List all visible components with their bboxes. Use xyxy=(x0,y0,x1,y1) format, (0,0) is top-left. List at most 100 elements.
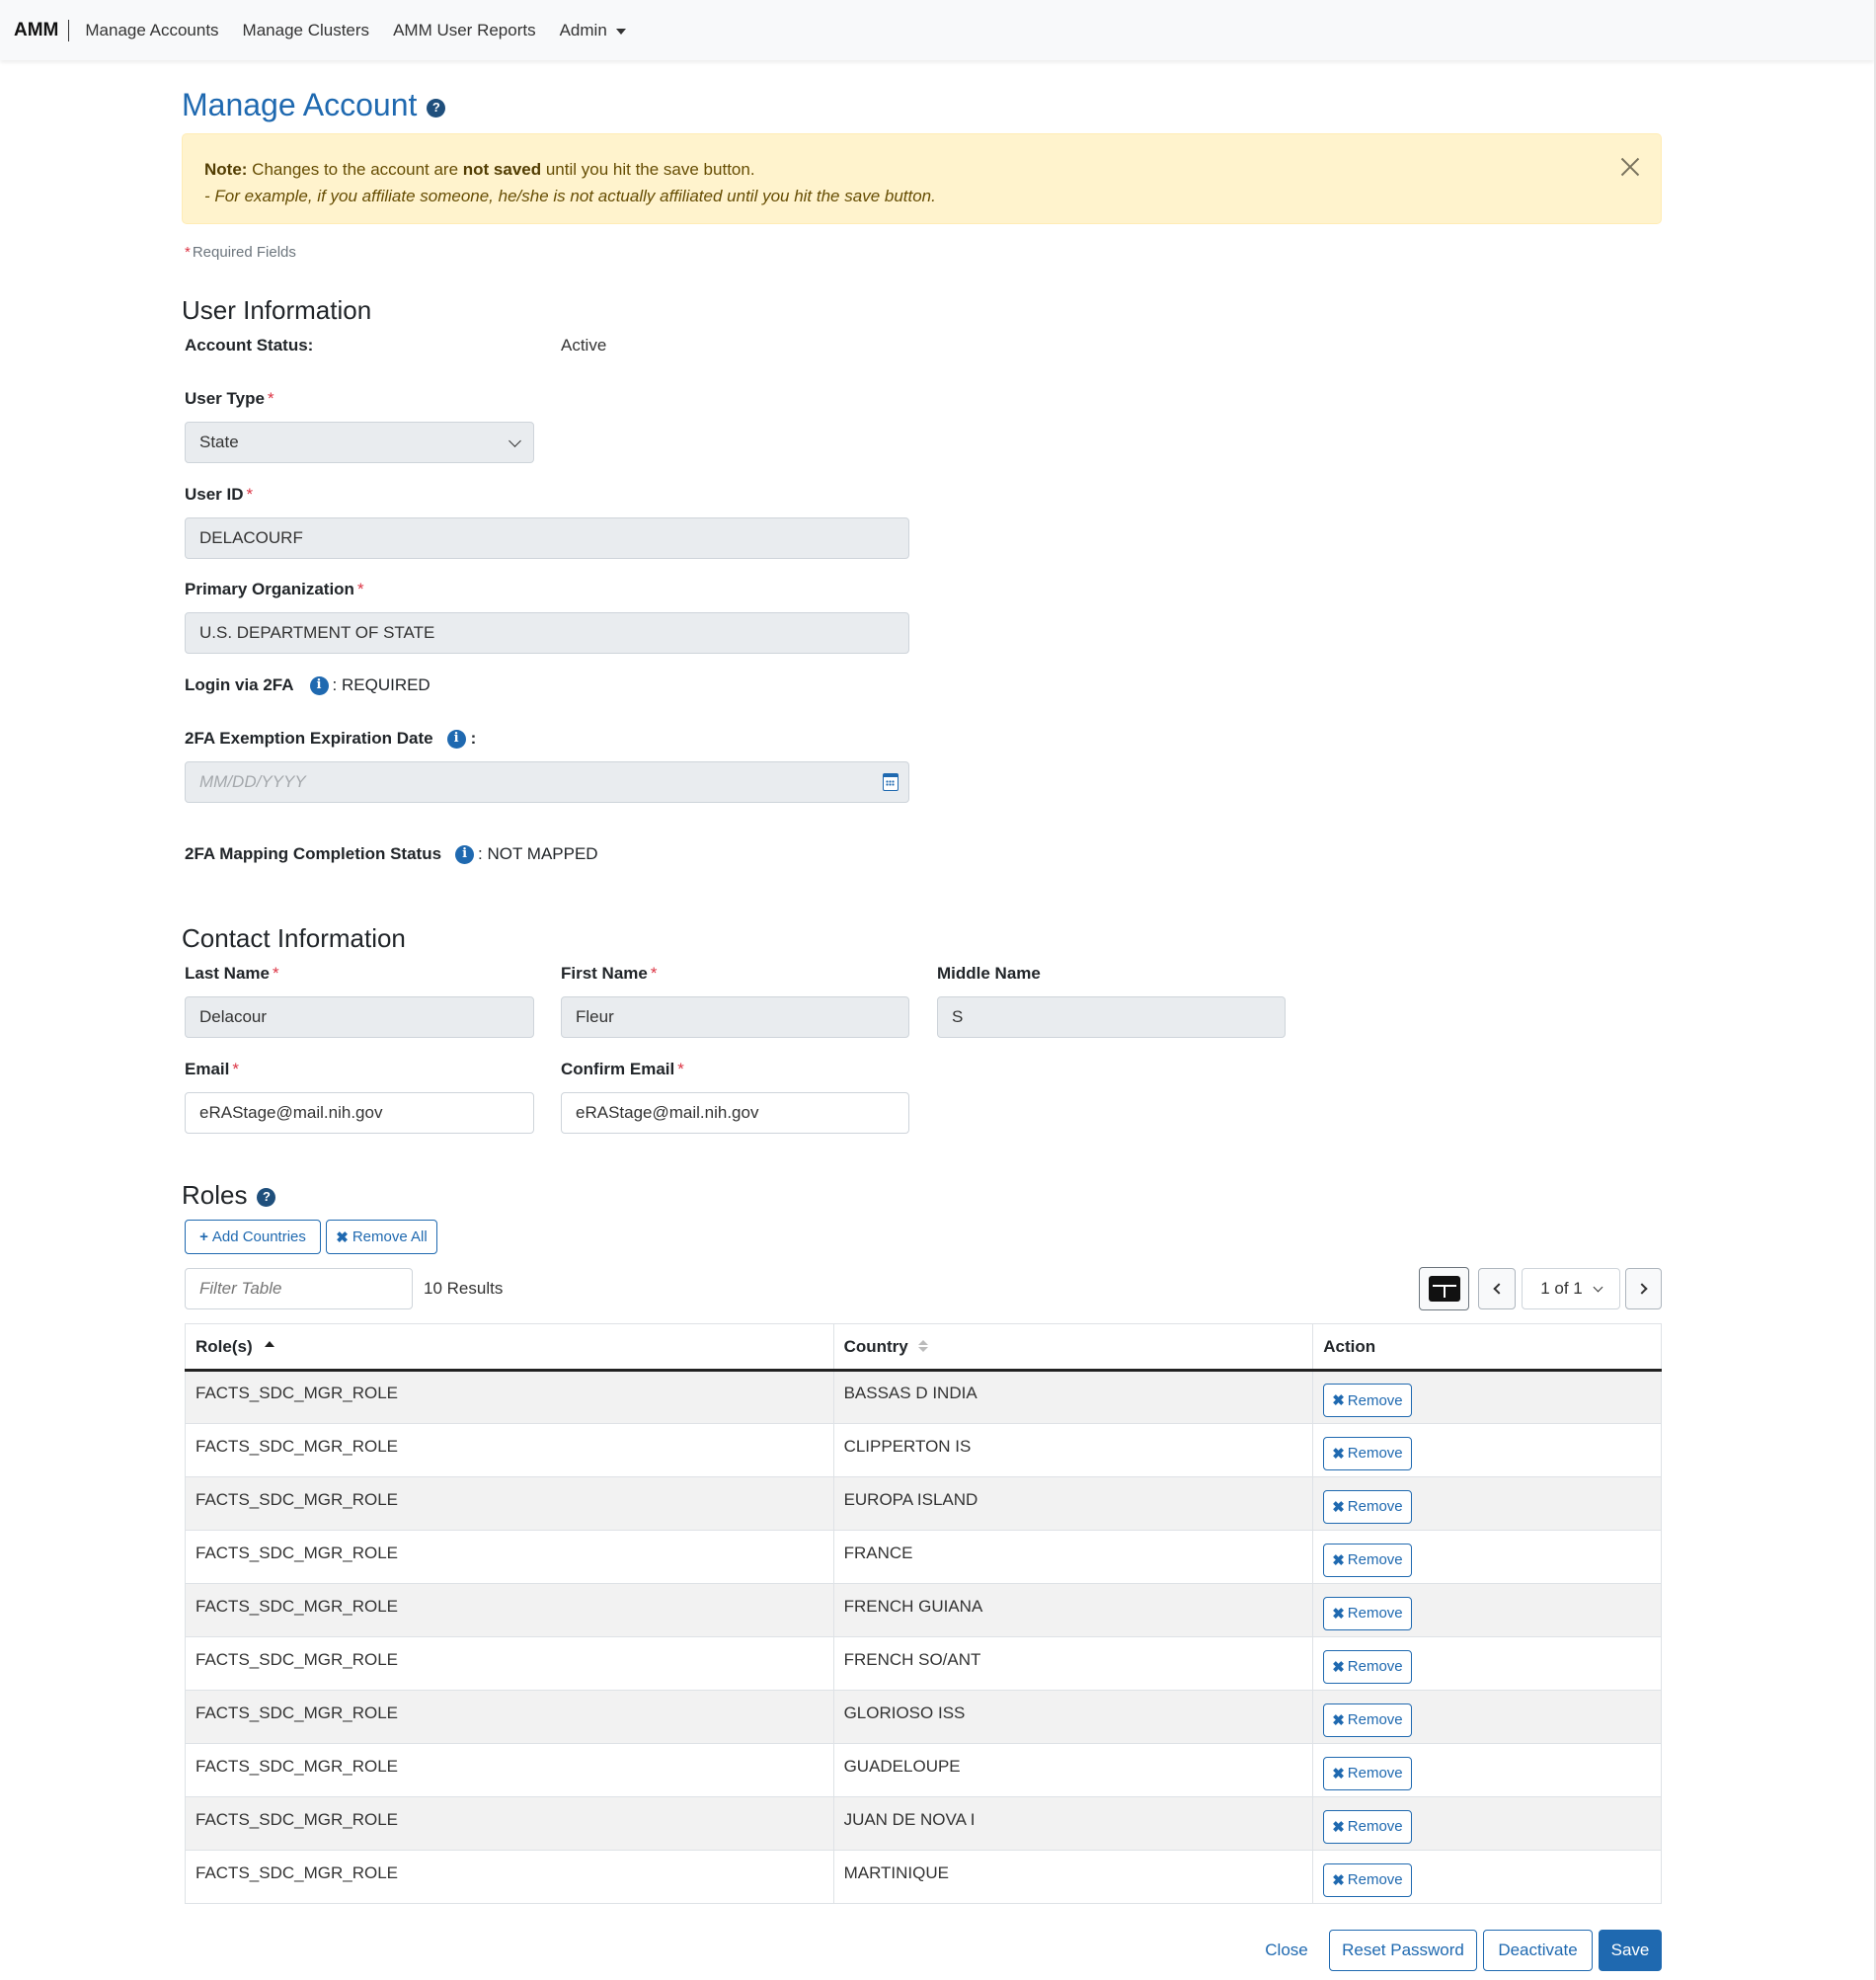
user-id-field[interactable]: DELACOURF xyxy=(185,517,909,559)
middle-name-label: Middle Name xyxy=(937,964,1041,983)
remove-label: Remove xyxy=(1347,1551,1403,1568)
deactivate-button[interactable]: Deactivate xyxy=(1483,1930,1593,1971)
table-row: FACTS_SDC_MGR_ROLE EUROPA ISLAND ✖ Remove xyxy=(185,1476,1662,1531)
role-name: FACTS_SDC_MGR_ROLE xyxy=(195,1809,398,1829)
country-cell: FRENCH SO/ANT xyxy=(832,1636,1314,1691)
country-name: FRANCE xyxy=(843,1543,913,1562)
nav-manage-clusters[interactable]: Manage Clusters xyxy=(243,21,370,40)
remove-label: Remove xyxy=(1347,1658,1403,1675)
remove-row-button[interactable]: ✖ Remove xyxy=(1323,1543,1412,1577)
remove-row-button[interactable]: ✖ Remove xyxy=(1323,1862,1412,1897)
action-cell: ✖ Remove xyxy=(1312,1796,1662,1851)
results-count: 10 Results xyxy=(424,1279,504,1298)
last-name-field[interactable]: Delacour xyxy=(185,996,534,1038)
primary-organization-field[interactable]: U.S. DEPARTMENT OF STATE xyxy=(185,612,909,654)
middle-name-field[interactable]: S xyxy=(937,996,1286,1038)
login-2fa-label: Login via 2FA xyxy=(185,675,294,694)
next-page-button[interactable] xyxy=(1625,1268,1662,1309)
email-field[interactable]: eRAStage@mail.nih.gov xyxy=(185,1092,534,1134)
remove-label: Remove xyxy=(1347,1871,1403,1888)
calendar-icon[interactable] xyxy=(883,773,899,791)
role-cell: FACTS_SDC_MGR_ROLE xyxy=(185,1636,834,1691)
save-button[interactable]: Save xyxy=(1599,1930,1662,1971)
login-2fa-value: : REQUIRED xyxy=(332,675,430,694)
country-cell: FRENCH GUIANA xyxy=(832,1583,1314,1637)
remove-label: Remove xyxy=(1347,1605,1403,1622)
role-name: FACTS_SDC_MGR_ROLE xyxy=(195,1489,398,1509)
table-row: FACTS_SDC_MGR_ROLE CLIPPERTON IS ✖ Remove xyxy=(185,1423,1662,1477)
remove-label: Remove xyxy=(1347,1818,1403,1835)
nav-admin-dropdown[interactable]: Admin xyxy=(560,21,626,40)
exemption-date-field[interactable]: MM/DD/YYYY xyxy=(185,761,909,803)
page-select[interactable]: 1 of 1 xyxy=(1522,1268,1620,1309)
previous-page-button[interactable] xyxy=(1478,1268,1516,1309)
column-header-label: Country xyxy=(843,1336,908,1356)
help-icon[interactable]: ? xyxy=(257,1187,276,1207)
confirm-email-field[interactable]: eRAStage@mail.nih.gov xyxy=(561,1092,909,1134)
nav-manage-accounts[interactable]: Manage Accounts xyxy=(85,21,218,40)
x-icon: ✖ xyxy=(336,1228,349,1246)
roles-heading: Roles ? xyxy=(182,1179,276,1211)
action-cell: ✖ Remove xyxy=(1312,1530,1662,1584)
remove-all-button[interactable]: ✖ Remove All xyxy=(326,1220,437,1254)
brand-logo[interactable]: AMM xyxy=(14,19,70,41)
x-icon: ✖ xyxy=(1332,1711,1345,1729)
required-asterisk: * xyxy=(677,1060,684,1078)
alert-note-label: Note: xyxy=(204,160,248,179)
remove-row-button[interactable]: ✖ Remove xyxy=(1323,1649,1412,1684)
country-cell: JUAN DE NOVA I xyxy=(832,1796,1314,1851)
last-name-label-text: Last Name xyxy=(185,964,270,983)
column-toggle-button[interactable] xyxy=(1419,1267,1469,1310)
x-icon: ✖ xyxy=(1332,1871,1345,1889)
role-name: FACTS_SDC_MGR_ROLE xyxy=(195,1436,398,1456)
remove-row-button[interactable]: ✖ Remove xyxy=(1323,1384,1412,1417)
close-button[interactable]: Close xyxy=(1254,1930,1319,1971)
first-name-field[interactable]: Fleur xyxy=(561,996,909,1038)
x-icon: ✖ xyxy=(1332,1392,1345,1409)
unsaved-changes-alert: Note: Changes to the account are not sav… xyxy=(182,133,1662,224)
user-type-select[interactable]: State xyxy=(185,422,534,463)
nav-amm-user-reports[interactable]: AMM User Reports xyxy=(393,21,536,40)
close-icon[interactable] xyxy=(1617,154,1643,180)
add-countries-button[interactable]: + Add Countries xyxy=(185,1220,321,1254)
chevron-left-icon xyxy=(1493,1283,1505,1295)
role-cell: FACTS_SDC_MGR_ROLE xyxy=(185,1850,834,1904)
info-icon[interactable]: i xyxy=(446,729,466,749)
alert-text: Changes to the account are xyxy=(247,160,463,179)
remove-row-button[interactable]: ✖ Remove xyxy=(1323,1703,1412,1737)
remove-label: Remove xyxy=(1347,1765,1403,1782)
remove-label: Remove xyxy=(1347,1445,1403,1462)
info-icon[interactable]: i xyxy=(309,675,329,695)
email-label-text: Email xyxy=(185,1060,230,1078)
action-cell: ✖ Remove xyxy=(1312,1476,1662,1531)
country-cell: GLORIOSO ISS xyxy=(832,1690,1314,1744)
remove-row-button[interactable]: ✖ Remove xyxy=(1323,1596,1412,1630)
country-name: FRENCH SO/ANT xyxy=(843,1649,981,1669)
remove-row-button[interactable]: ✖ Remove xyxy=(1323,1436,1412,1470)
alert-line-1: Note: Changes to the account are not sav… xyxy=(204,156,1639,183)
info-icon[interactable]: i xyxy=(455,844,475,864)
x-icon: ✖ xyxy=(1332,1818,1345,1836)
plus-icon: + xyxy=(199,1228,208,1245)
role-name: FACTS_SDC_MGR_ROLE xyxy=(195,1649,398,1669)
remove-row-button[interactable]: ✖ Remove xyxy=(1323,1756,1412,1790)
table-row: FACTS_SDC_MGR_ROLE GLORIOSO ISS ✖ Remove xyxy=(185,1690,1662,1744)
x-icon: ✖ xyxy=(1332,1658,1345,1676)
country-cell: BASSAS D INDIA xyxy=(832,1370,1314,1424)
column-header-roles[interactable]: Role(s) xyxy=(185,1323,834,1372)
roles-heading-text: Roles xyxy=(182,1180,248,1210)
column-header-country[interactable]: Country xyxy=(832,1323,1314,1372)
page-title: Manage Account ? xyxy=(182,85,446,124)
help-icon[interactable]: ? xyxy=(427,98,446,118)
required-asterisk: * xyxy=(232,1060,239,1078)
filter-table-input[interactable] xyxy=(185,1268,413,1309)
reset-password-button[interactable]: Reset Password xyxy=(1329,1930,1477,1971)
remove-row-button[interactable]: ✖ Remove xyxy=(1323,1489,1412,1524)
user-information-heading: User Information xyxy=(182,295,372,325)
first-name-label: First Name * xyxy=(561,963,658,985)
confirm-email-label: Confirm Email * xyxy=(561,1059,684,1080)
primary-organization-label: Primary Organization * xyxy=(185,579,364,600)
action-cell: ✖ Remove xyxy=(1312,1850,1662,1904)
remove-row-button[interactable]: ✖ Remove xyxy=(1323,1809,1412,1844)
required-asterisk: * xyxy=(185,244,191,261)
